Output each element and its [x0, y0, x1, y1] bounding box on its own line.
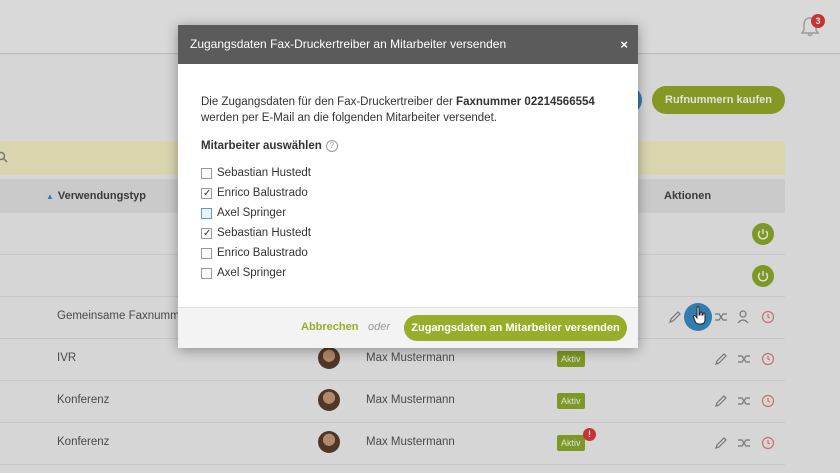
fax-number: Faxnummer 02214566554: [456, 96, 595, 108]
employee-checkbox[interactable]: [201, 167, 212, 179]
employee-name: Enrico Balustrado: [217, 187, 308, 199]
employee-name: Enrico Balustrado: [217, 247, 308, 259]
employee-list: Sebastian Hustedt Enrico Balustrado Axel S…: [201, 163, 615, 283]
employee-checkbox[interactable]: [201, 186, 212, 202]
employee-select-label: Mitarbeiter auswählen ?: [201, 138, 615, 154]
employee-option[interactable]: Sebastian Hustedt: [201, 223, 615, 243]
employee-checkbox[interactable]: [201, 247, 212, 259]
dialog-body: Die Zugangsdaten für den Fax-Druckertrei…: [178, 64, 638, 283]
dialog-description: Die Zugangsdaten für den Fax-Druckertrei…: [201, 96, 595, 124]
dialog-title: Zugangsdaten Fax-Druckertreiber an Mitar…: [190, 37, 507, 51]
employee-name: Sebastian Hustedt: [217, 167, 311, 179]
or-separator: oder: [368, 321, 391, 333]
employee-checkbox[interactable]: [201, 226, 212, 242]
employee-name: Axel Springer: [217, 207, 287, 219]
hand-cursor-icon: [692, 306, 706, 325]
help-icon[interactable]: ?: [325, 140, 338, 152]
employee-option[interactable]: Axel Springer: [201, 203, 615, 223]
employee-checkbox[interactable]: [201, 207, 212, 219]
send-credentials-submit-button[interactable]: Zugangsdaten an Mitarbeiter versenden: [404, 315, 627, 341]
dialog-footer: Abbrechen oder Zugangsdaten an Mitarbeit…: [178, 307, 638, 348]
send-credentials-dialog: Zugangsdaten Fax-Druckertreiber an Mitar…: [178, 25, 638, 348]
employee-name: Axel Springer: [217, 267, 287, 279]
employee-option[interactable]: Enrico Balustrado: [201, 243, 615, 263]
employee-option[interactable]: Sebastian Hustedt: [201, 163, 615, 183]
employee-option[interactable]: Axel Springer: [201, 263, 615, 283]
employee-name: Sebastian Hustedt: [217, 227, 311, 239]
close-icon[interactable]: ×: [620, 25, 628, 64]
dialog-header: Zugangsdaten Fax-Druckertreiber an Mitar…: [178, 25, 638, 64]
employee-checkbox[interactable]: [201, 267, 212, 279]
employee-option[interactable]: Enrico Balustrado: [201, 183, 615, 203]
cancel-button[interactable]: Abbrechen: [301, 321, 358, 333]
